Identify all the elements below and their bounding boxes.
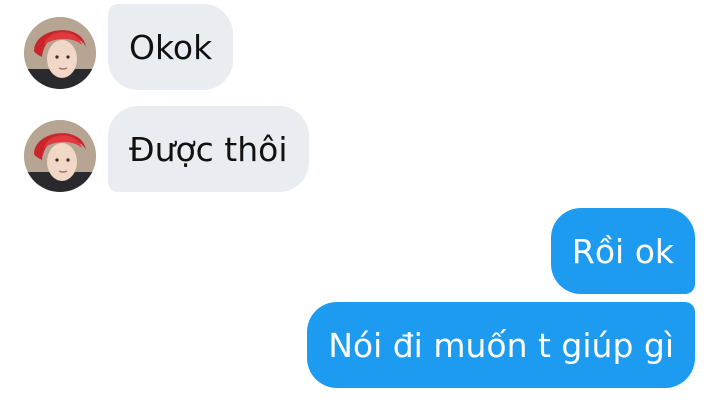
contact-avatar[interactable] <box>24 120 96 192</box>
contact-avatar[interactable] <box>24 17 96 89</box>
outgoing-message-bubble[interactable]: Rồi ok <box>550 208 695 294</box>
message-text: Nói đi muốn t giúp gì <box>328 325 674 365</box>
message-text: Rồi ok <box>571 231 674 271</box>
avatar-image <box>24 120 96 192</box>
message-text: Okok <box>129 27 213 67</box>
incoming-message-bubble[interactable]: Được thôi <box>108 106 309 192</box>
incoming-message-bubble[interactable]: Okok <box>108 4 234 90</box>
outgoing-message-bubble[interactable]: Nói đi muốn t giúp gì <box>307 302 695 388</box>
message-text: Được thôi <box>129 129 288 169</box>
avatar-image <box>24 17 96 89</box>
